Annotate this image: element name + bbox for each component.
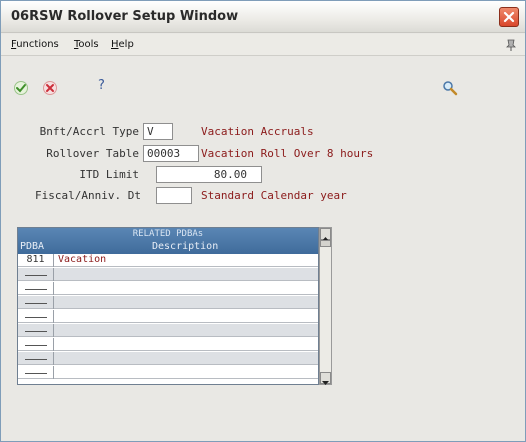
empty-field-marker (24, 303, 47, 304)
related-pdbas-grid: RELATED PDBAs PDBA Description 811 Vacati… (17, 227, 319, 385)
search-icon[interactable] (442, 80, 458, 96)
grid-header: RELATED PDBAs PDBA Description (18, 228, 318, 254)
itd-limit-input[interactable]: 80.00 (156, 166, 262, 183)
bnft-accrl-type-input[interactable]: V (143, 123, 173, 140)
pdba-cell[interactable] (18, 352, 54, 365)
column-header-description[interactable]: Description (152, 241, 218, 252)
table-row[interactable] (18, 352, 318, 365)
scroll-down-button[interactable] (320, 372, 331, 385)
fiscal-anniv-dt-label: Fiscal/Anniv. Dt (35, 189, 141, 202)
menu-functions[interactable]: Functions (11, 39, 59, 50)
pdba-cell[interactable] (18, 282, 54, 295)
empty-field-marker (24, 359, 47, 360)
empty-field-marker (24, 275, 47, 276)
itd-limit-label: ITD Limit (79, 168, 139, 181)
empty-field-marker (24, 331, 47, 332)
pin-icon[interactable] (505, 38, 517, 52)
rollover-table-label: Rollover Table (46, 147, 139, 160)
grid-caption: RELATED PDBAs (132, 229, 204, 239)
empty-field-marker (24, 317, 47, 318)
table-row[interactable] (18, 366, 318, 379)
menu-bar: Functions Tools Help (1, 34, 525, 56)
arrow-down-icon (322, 381, 329, 385)
close-icon (503, 11, 515, 23)
cancel-icon[interactable] (42, 81, 58, 95)
fiscal-anniv-dt-input[interactable] (156, 187, 192, 204)
bnft-accrl-type-description: Vacation Accruals (201, 125, 314, 138)
table-row[interactable] (18, 296, 318, 309)
rollover-setup-window: 06RSW Rollover Setup Window Functions To… (0, 0, 526, 442)
scroll-up-button[interactable] (320, 228, 331, 241)
close-button[interactable] (499, 7, 519, 27)
table-row[interactable] (18, 282, 318, 295)
empty-field-marker (24, 289, 47, 290)
scroll-thumb[interactable] (320, 240, 331, 247)
table-row[interactable] (18, 338, 318, 351)
pdba-cell[interactable] (18, 310, 54, 323)
pdba-cell[interactable] (18, 366, 54, 379)
pdba-cell[interactable]: 811 (18, 254, 54, 267)
description-cell: Vacation (58, 254, 107, 265)
pdba-cell[interactable] (18, 268, 54, 281)
empty-field-marker (24, 345, 47, 346)
fiscal-anniv-dt-description: Standard Calendar year (201, 189, 347, 202)
pdba-cell[interactable] (18, 324, 54, 337)
table-row[interactable] (18, 324, 318, 337)
table-row[interactable]: 811 Vacation (18, 254, 318, 267)
empty-field-marker (24, 373, 47, 374)
rollover-table-description: Vacation Roll Over 8 hours (201, 147, 374, 160)
form-area: Bnft/Accrl Type V Vacation Accruals Roll… (1, 109, 525, 441)
pdba-cell[interactable] (18, 296, 54, 309)
help-button[interactable]: ? (98, 78, 105, 93)
title-bar: 06RSW Rollover Setup Window (1, 1, 525, 33)
rollover-table-input[interactable]: 00003 (143, 145, 199, 162)
pdba-cell[interactable] (18, 338, 54, 351)
table-row[interactable] (18, 310, 318, 323)
table-row[interactable] (18, 268, 318, 281)
bnft-accrl-type-label: Bnft/Accrl Type (39, 125, 139, 138)
check-icon[interactable] (13, 81, 29, 95)
column-header-pdba[interactable]: PDBA (20, 241, 44, 252)
menu-tools[interactable]: Tools (74, 39, 99, 50)
menu-help[interactable]: Help (111, 39, 134, 50)
grid-scrollbar[interactable] (319, 227, 332, 385)
window-title: 06RSW Rollover Setup Window (11, 9, 239, 24)
